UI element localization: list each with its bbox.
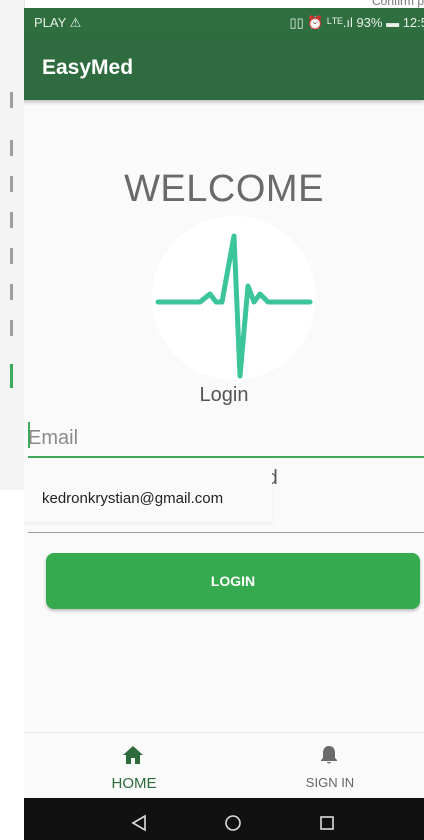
logo [152,216,316,380]
login-label: Login [199,384,249,406]
background-window [0,0,25,490]
bell-icon [321,746,337,764]
heartbeat-icon [155,233,313,379]
status-bar: PLAY ⚠ ▯▯ ⏰ ᴸᵀᴱ.ıl 93% ▬ 12:5 [24,8,424,36]
strip-mark [10,176,13,192]
nav-sign-in-label: SIGN IN [305,775,355,790]
app-title: EasyMed [42,56,134,79]
recents-square-icon[interactable] [318,814,336,832]
android-nav-bar [24,798,424,840]
welcome-heading: WELCOME [124,168,324,210]
home-icon [123,746,143,764]
strip-mark [10,284,13,300]
email-input[interactable] [28,420,424,458]
home-circle-icon[interactable] [224,814,242,832]
login-button[interactable]: LOGIN [46,553,420,609]
nav-sign-in[interactable]: SIGN IN [230,733,424,799]
strip-mark [10,320,13,336]
bottom-nav: HOME SIGN IN [24,732,424,799]
autofill-suggestion[interactable]: kedronkrystian@gmail.com [42,490,223,507]
back-triangle-icon[interactable] [130,814,148,832]
text-cursor [28,422,30,448]
strip-mark [10,140,13,156]
strip-mark-active [10,364,13,388]
corner-text: Confirm p [371,0,424,8]
nav-home-label: HOME [111,775,157,792]
autofill-popup[interactable]: kedronkrystian@gmail.com [24,464,272,522]
carrier-label: PLAY ⚠ [34,15,82,30]
strip-mark [10,248,13,264]
phone-screen: PLAY ⚠ ▯▯ ⏰ ᴸᵀᴱ.ıl 93% ▬ 12:5 EasyMed WE… [24,8,424,840]
app-bar: EasyMed [24,36,424,100]
status-indicators: ▯▯ ⏰ ᴸᵀᴱ.ıl 93% ▬ 12:5 [289,15,424,30]
strip-mark [10,212,13,228]
strip-mark [10,92,13,108]
nav-home[interactable]: HOME [34,733,234,799]
